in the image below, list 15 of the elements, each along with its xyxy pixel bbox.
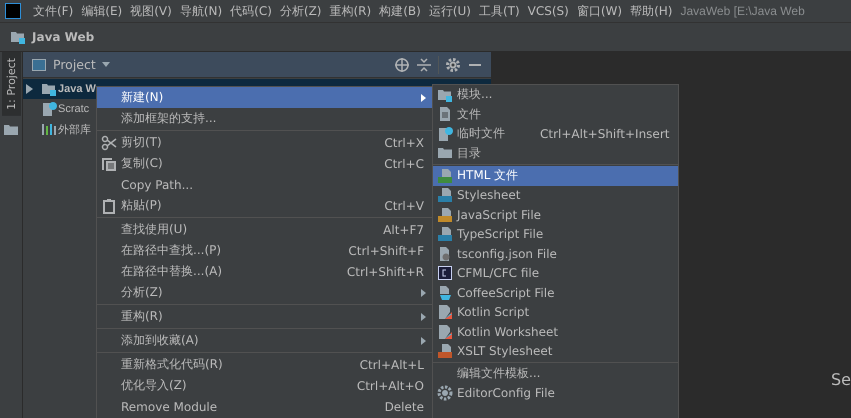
editor-hint: Se: [831, 370, 851, 389]
tree-label: Java W: [58, 83, 96, 95]
shortcut-label: Ctrl+V: [384, 198, 424, 212]
window-title: JavaWeb [E:\Java Web: [680, 4, 805, 18]
shortcut-label: Alt+F7: [383, 222, 424, 236]
tree-label: 外部库: [58, 122, 91, 136]
shortcut-label: Ctrl+Alt+L: [360, 358, 424, 372]
shortcut-label: Delete: [384, 400, 424, 414]
shortcut-label: Ctrl+Alt+Shift+Insert: [540, 126, 670, 141]
tree-label: Scratc: [58, 103, 90, 115]
shortcut-label: Ctrl+C: [384, 156, 424, 170]
shortcut-label: Ctrl+X: [384, 136, 424, 150]
shortcut-label: Ctrl+Shift+R: [346, 264, 424, 278]
shortcut-label: Ctrl+Alt+O: [356, 378, 424, 392]
shortcut-label: Ctrl+Shift+F: [348, 244, 424, 258]
